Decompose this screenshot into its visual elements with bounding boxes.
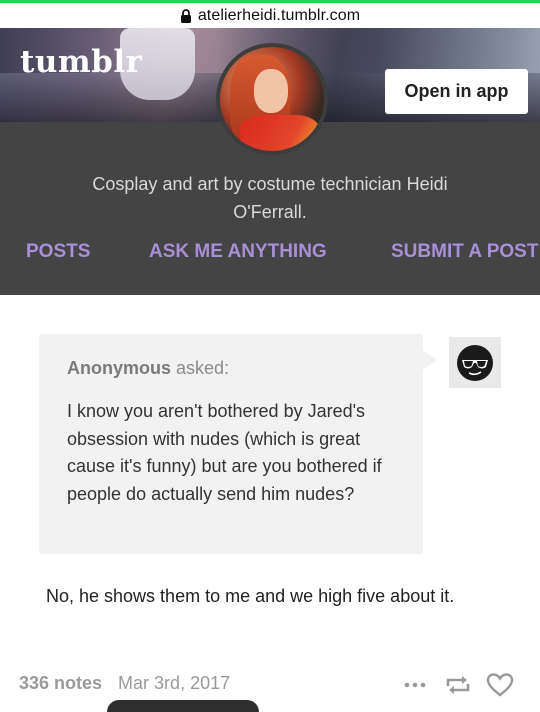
asker-name: Anonymous [67,358,172,378]
more-dots-icon[interactable] [402,672,428,698]
avatar-suit [240,115,320,151]
asker-line: Anonymous asked: [67,358,229,379]
bottom-toolbar-pill[interactable] [107,700,259,712]
post-date[interactable]: Mar 3rd, 2017 [118,673,230,693]
anonymous-avatar [449,337,501,388]
anonymous-sunglasses-icon [457,344,493,381]
blog-avatar[interactable] [216,43,328,155]
open-in-app-button[interactable]: Open in app [385,69,528,114]
lock-icon [180,8,191,23]
nav-posts[interactable]: POSTS [26,241,90,263]
ask-question: I know you aren't bothered by Jared's ob… [67,401,382,504]
url-text: atelierheidi.tumblr.com [197,6,361,24]
post-footer: 336 notes Mar 3rd, 2017 [19,673,230,694]
blog-nav: POSTS ASK ME ANYTHING SUBMIT A POST [0,230,540,270]
tumblr-logo[interactable]: tumblr [20,44,142,80]
blog-description: Cosplay and art by costume technician He… [92,174,448,222]
answer-text: No, he shows them to me and we high five… [46,586,455,606]
heart-icon[interactable] [486,672,514,698]
notes-count[interactable]: 336 notes [19,673,102,693]
asker-suffix: asked: [176,358,230,378]
address-bar[interactable]: atelierheidi.tumblr.com [0,3,540,28]
nav-ask-me-anything[interactable]: ASK ME ANYTHING [149,241,327,263]
avatar-face [254,69,288,113]
nav-submit-a-post[interactable]: SUBMIT A POST [391,241,538,263]
reblog-icon[interactable] [444,672,472,698]
